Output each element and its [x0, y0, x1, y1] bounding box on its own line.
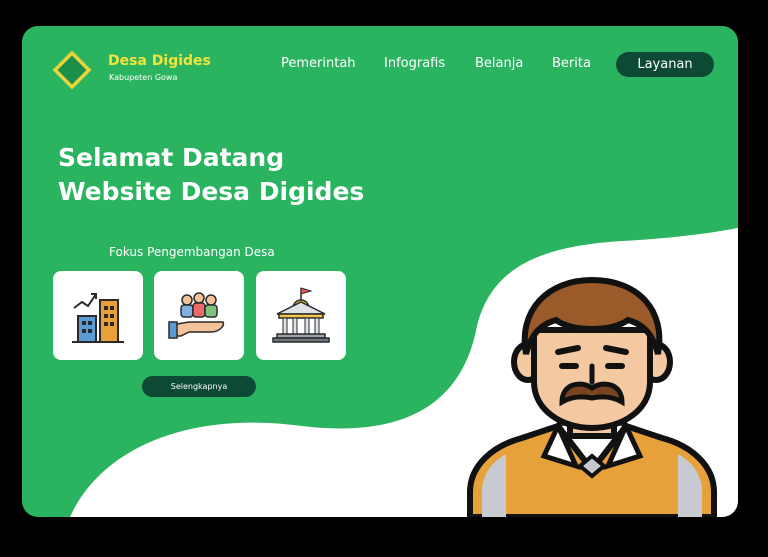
- community-hand-icon: [168, 291, 225, 339]
- hero-title-line-2: Website Desa Digides: [58, 177, 365, 206]
- landing-page: Desa Digides Kabupeten Gowa Pemerintah I…: [22, 26, 738, 517]
- logo-icon[interactable]: [52, 50, 92, 90]
- nav-belanja[interactable]: Belanja: [475, 56, 523, 71]
- nav-berita[interactable]: Berita: [552, 56, 591, 71]
- male-avatar-icon: [467, 276, 717, 517]
- focus-card-city-growth[interactable]: [53, 271, 143, 360]
- brand-name[interactable]: Desa Digides: [108, 53, 211, 69]
- focus-section-title: Fokus Pengembangan Desa: [109, 245, 275, 259]
- city-growth-icon: [72, 292, 124, 343]
- hero-title: Selamat Datang Website Desa Digides: [58, 141, 418, 209]
- selengkapnya-button[interactable]: Selengkapnya: [142, 376, 256, 397]
- layanan-button[interactable]: Layanan: [616, 52, 714, 77]
- hero-title-line-1: Selamat Datang: [58, 143, 285, 172]
- nav-infografis[interactable]: Infografis: [384, 56, 445, 71]
- brand-subtitle: Kabupeten Gowa: [109, 73, 178, 82]
- government-building-icon: [272, 286, 330, 343]
- focus-card-government[interactable]: [256, 271, 346, 360]
- nav-pemerintah[interactable]: Pemerintah: [281, 56, 356, 71]
- focus-card-community[interactable]: [154, 271, 244, 360]
